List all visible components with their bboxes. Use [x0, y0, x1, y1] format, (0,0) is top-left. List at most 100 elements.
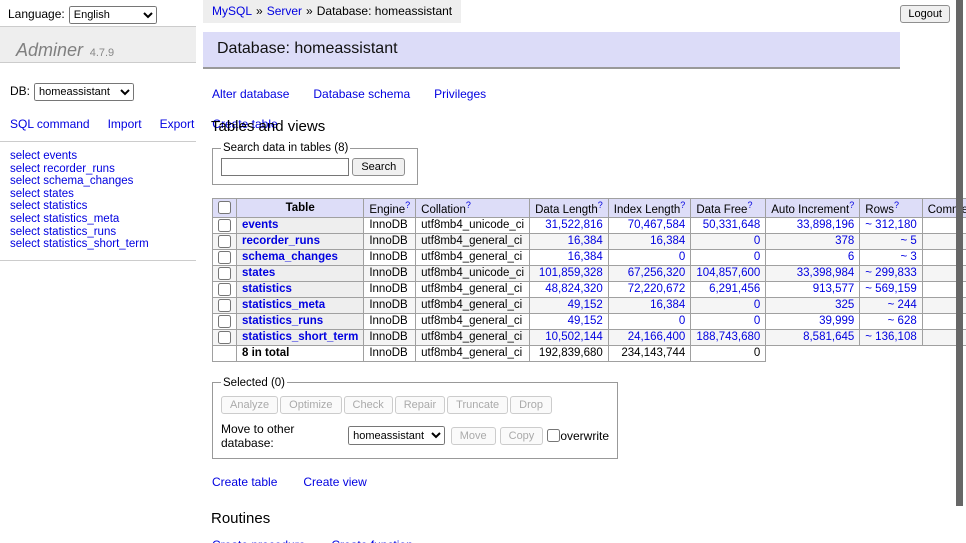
auto-increment-cell: 8,581,645 — [766, 329, 860, 345]
copy-button[interactable]: Copy — [500, 427, 544, 445]
rows-cell: ~ 312,180 — [860, 217, 922, 233]
main-content: MySQL»Server»Database: homeassistant Dat… — [203, 0, 900, 543]
breadcrumb-server-link[interactable]: Server — [267, 4, 302, 18]
database-schema-link[interactable]: Database schema — [313, 87, 410, 101]
breadcrumb-mysql-link[interactable]: MySQL — [212, 4, 252, 18]
table-row: statistics_short_termInnoDButf8mb4_gener… — [213, 329, 966, 345]
database-nav-links: Alter database Database schema Privileges — [212, 87, 900, 101]
check-button[interactable]: Check — [344, 396, 393, 414]
help-link[interactable]: ? — [680, 200, 685, 210]
data-free-cell: 188,743,680 — [691, 329, 766, 345]
select-table-link[interactable]: select events — [10, 150, 77, 162]
breadcrumb: MySQL»Server»Database: homeassistant — [203, 0, 461, 23]
table-link[interactable]: events — [242, 219, 278, 231]
table-link[interactable]: statistics — [242, 283, 292, 295]
column-header-collation: Collation? — [416, 199, 530, 218]
index-length-cell: 24,166,400 — [608, 329, 691, 345]
move-button[interactable]: Move — [451, 427, 496, 445]
alter-database-link[interactable]: Alter database — [212, 87, 289, 101]
select-table-link[interactable]: select states — [10, 188, 74, 200]
selected-buttons-row: AnalyzeOptimizeCheckRepairTruncateDrop — [221, 396, 609, 414]
export-link[interactable]: Export — [160, 117, 195, 131]
index-length-cell: 16,384 — [608, 297, 691, 313]
table-name-cell: statistics_meta — [237, 297, 364, 313]
sidebar-divider-bottom — [0, 260, 196, 261]
select-table-link[interactable]: select recorder_runs — [10, 163, 115, 175]
language-label: Language: — [8, 7, 65, 21]
sql-command-link[interactable]: SQL command — [10, 117, 90, 131]
column-header-engine: Engine? — [364, 199, 416, 218]
create-procedure-link[interactable]: Create procedure — [212, 538, 305, 543]
drop-button[interactable]: Drop — [510, 396, 552, 414]
help-link[interactable]: ? — [598, 200, 603, 210]
table-name-cell: statistics — [237, 281, 364, 297]
help-link[interactable]: ? — [747, 200, 752, 210]
engine-cell: InnoDB — [364, 281, 416, 297]
table-link[interactable]: statistics_runs — [242, 315, 323, 327]
row-checkbox[interactable] — [218, 235, 231, 248]
table-link[interactable]: statistics_meta — [242, 299, 325, 311]
index-length-cell: 0 — [608, 313, 691, 329]
search-button[interactable]: Search — [352, 158, 405, 176]
engine-cell: InnoDB — [364, 313, 416, 329]
row-checkbox[interactable] — [218, 283, 231, 296]
select-table-link[interactable]: select statistics — [10, 200, 87, 212]
select-table-link[interactable]: select statistics_short_term — [10, 238, 149, 250]
collation-cell: utf8mb4_general_ci — [416, 281, 530, 297]
rows-cell: ~ 628 — [860, 313, 922, 329]
db-selector-row: DB:homeassistant — [0, 63, 196, 101]
help-link[interactable]: ? — [894, 200, 899, 210]
select-table-link[interactable]: select statistics_runs — [10, 226, 116, 238]
table-link[interactable]: states — [242, 267, 275, 279]
create-function-link[interactable]: Create function — [331, 538, 412, 543]
data-free-cell: 0 — [691, 233, 766, 249]
create-view-link[interactable]: Create view — [303, 475, 366, 489]
auto-increment-cell: 33,898,196 — [766, 217, 860, 233]
data-free-cell: 0 — [691, 297, 766, 313]
select-table-link[interactable]: select statistics_meta — [10, 213, 119, 225]
rows-cell: ~ 3 — [860, 249, 922, 265]
engine-cell: InnoDB — [364, 249, 416, 265]
collation-cell: utf8mb4_general_ci — [416, 329, 530, 345]
vertical-scrollbar-thumb[interactable] — [956, 0, 963, 506]
select-all-checkbox[interactable] — [218, 201, 231, 214]
help-link[interactable]: ? — [405, 200, 410, 210]
table-link[interactable]: schema_changes — [242, 251, 338, 263]
logout-button[interactable]: Logout — [900, 5, 950, 23]
breadcrumb-separator: » — [306, 4, 313, 18]
collation-cell: utf8mb4_general_ci — [416, 297, 530, 313]
breadcrumb-separator: » — [256, 4, 263, 18]
help-link[interactable]: ? — [849, 200, 854, 210]
table-link[interactable]: statistics_short_term — [242, 331, 358, 343]
repair-button[interactable]: Repair — [395, 396, 445, 414]
column-header-rows: Rows? — [860, 199, 922, 218]
import-link[interactable]: Import — [108, 117, 142, 131]
row-select-cell — [213, 233, 237, 249]
move-database-select[interactable]: homeassistant — [348, 426, 445, 445]
table-link[interactable]: recorder_runs — [242, 235, 320, 247]
adminer-logo: Adminer 4.7.9 — [0, 26, 196, 63]
truncate-button[interactable]: Truncate — [447, 396, 508, 414]
search-input[interactable] — [221, 158, 349, 176]
privileges-link[interactable]: Privileges — [434, 87, 486, 101]
data-free-cell: 0 — [691, 313, 766, 329]
optimize-button[interactable]: Optimize — [280, 396, 341, 414]
table-row: eventsInnoDButf8mb4_unicode_ci31,522,816… — [213, 217, 966, 233]
row-checkbox[interactable] — [218, 219, 231, 232]
data-free-cell: 50,331,648 — [691, 217, 766, 233]
overwrite-checkbox[interactable] — [547, 429, 560, 442]
analyze-button[interactable]: Analyze — [221, 396, 278, 414]
row-checkbox[interactable] — [218, 251, 231, 264]
create-table-link[interactable]: Create table — [212, 475, 277, 489]
select-table-link[interactable]: select schema_changes — [10, 175, 133, 187]
help-link[interactable]: ? — [466, 200, 471, 210]
index-length-cell: 16,384 — [608, 233, 691, 249]
row-checkbox[interactable] — [218, 299, 231, 312]
row-checkbox[interactable] — [218, 331, 231, 344]
row-checkbox[interactable] — [218, 315, 231, 328]
total-engine-cell: InnoDB — [364, 345, 416, 361]
row-checkbox[interactable] — [218, 267, 231, 280]
language-select[interactable]: English — [69, 6, 157, 24]
db-select[interactable]: homeassistant — [34, 83, 134, 101]
index-length-cell: 67,256,320 — [608, 265, 691, 281]
